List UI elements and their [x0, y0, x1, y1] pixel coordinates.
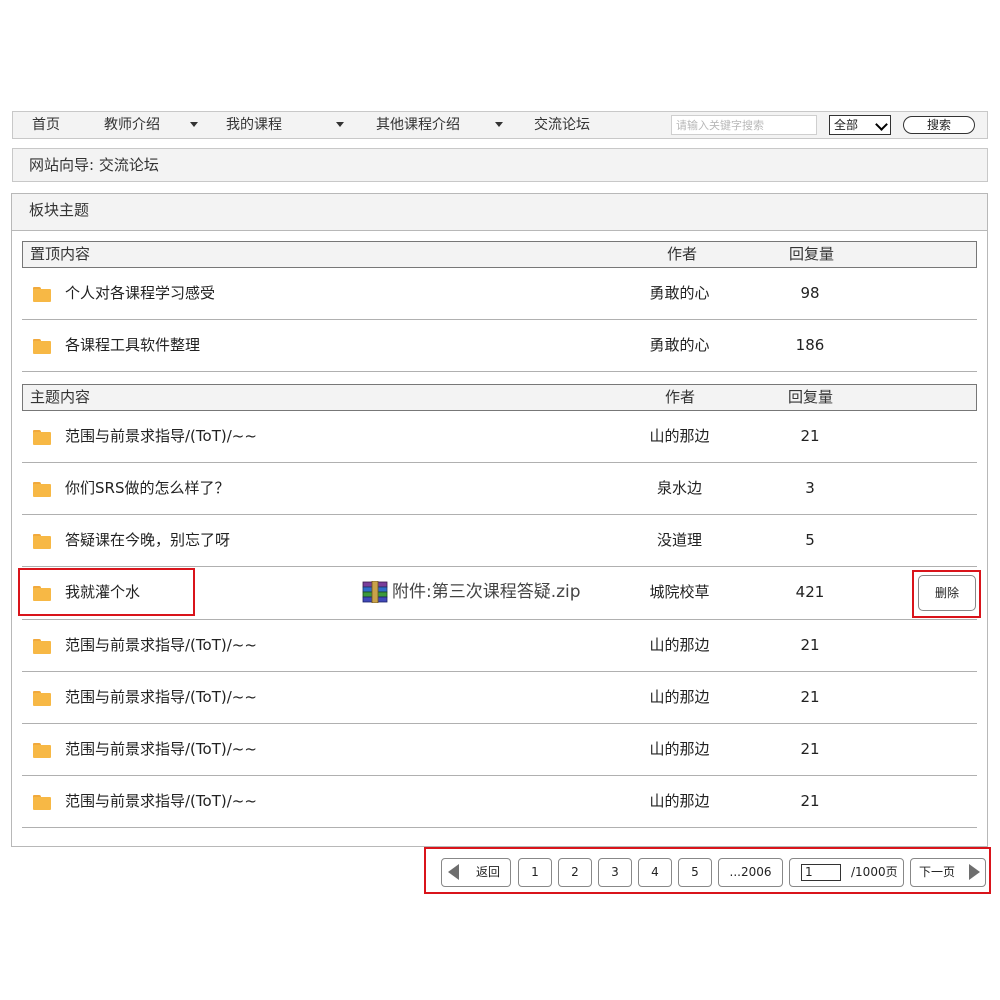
- topic-author[interactable]: 山的那边: [612, 620, 747, 670]
- page-jump: 1 /1000页: [789, 858, 904, 887]
- folder-icon: [33, 482, 51, 497]
- topic-title[interactable]: 答疑课在今晚，别忘了呀: [65, 515, 230, 565]
- pinned-header-replies: 回复量: [789, 245, 835, 263]
- topic-title[interactable]: 范围与前景求指导/(ToT)/~~: [65, 411, 257, 461]
- pinned-header-author: 作者: [667, 245, 698, 263]
- pinned-row[interactable]: 个人对各课程学习感受 勇敢的心 98: [22, 268, 977, 320]
- topic-author[interactable]: 山的那边: [612, 776, 747, 826]
- topic-title[interactable]: 各课程工具软件整理: [65, 320, 200, 370]
- folder-icon: [33, 691, 51, 706]
- topic-replies: 421: [795, 583, 825, 601]
- search-input[interactable]: 请输入关键字搜索: [671, 115, 817, 135]
- topic-row[interactable]: 范围与前景求指导/(ToT)/~~ 山的那边 21: [22, 620, 977, 672]
- folder-icon: [33, 795, 51, 810]
- topic-author[interactable]: 山的那边: [612, 411, 747, 461]
- topics-header-title: 主题内容: [30, 388, 91, 406]
- folder-icon: [33, 430, 51, 445]
- topic-title[interactable]: 范围与前景求指导/(ToT)/~~: [65, 620, 257, 670]
- page-3-button[interactable]: 3: [598, 858, 632, 887]
- pinned-section-header: 置顶内容 作者 回复量: [22, 241, 977, 268]
- nav-my-courses[interactable]: 我的课程: [226, 112, 282, 138]
- topic-author[interactable]: 山的那边: [612, 724, 747, 774]
- topic-replies: 5: [805, 531, 815, 549]
- breadcrumb: 网站向导: 交流论坛: [12, 148, 988, 182]
- page-number-input[interactable]: 1: [801, 864, 841, 881]
- arrow-left-icon: [448, 864, 459, 880]
- topic-row[interactable]: 范围与前景求指导/(ToT)/~~ 山的那边 21: [22, 776, 977, 828]
- topic-row[interactable]: 范围与前景求指导/(ToT)/~~ 山的那边 21: [22, 724, 977, 776]
- folder-icon: [33, 639, 51, 654]
- topic-row[interactable]: 答疑课在今晚，别忘了呀 没道理 5: [22, 515, 977, 567]
- topic-author[interactable]: 城院校草: [612, 567, 747, 617]
- topic-title[interactable]: 你们SRS做的怎么样了？: [65, 463, 229, 513]
- topic-title[interactable]: 范围与前景求指导/(ToT)/~~: [65, 776, 257, 826]
- topic-author[interactable]: 勇敢的心: [612, 320, 747, 370]
- topic-replies: 21: [800, 636, 820, 654]
- arrow-right-icon: [969, 864, 980, 880]
- topic-replies: 21: [800, 792, 820, 810]
- topic-replies: 3: [805, 479, 815, 497]
- topic-replies: 21: [800, 688, 820, 706]
- next-label: 下一页: [919, 865, 956, 879]
- page-total: /1000页: [851, 865, 898, 879]
- topics-section-header: 主题内容 作者 回复量: [22, 384, 977, 411]
- topics-header-replies: 回复量: [788, 388, 834, 406]
- topic-replies: 21: [800, 427, 820, 445]
- nav-teachers[interactable]: 教师介绍: [104, 112, 160, 138]
- topic-title[interactable]: 范围与前景求指导/(ToT)/~~: [65, 724, 257, 774]
- folder-icon: [33, 339, 51, 354]
- page-5-button[interactable]: 5: [678, 858, 712, 887]
- delete-highlight-box: [912, 570, 981, 618]
- topic-author[interactable]: 山的那边: [612, 672, 747, 722]
- topic-replies: 98: [800, 284, 820, 302]
- panel-title: 板块主题: [12, 194, 987, 231]
- page-1-button[interactable]: 1: [518, 858, 552, 887]
- top-nav-bar: 首页 教师介绍 我的课程 其他课程介绍 交流论坛 请输入关键字搜索 全部 搜索: [12, 111, 988, 139]
- topic-row[interactable]: 范围与前景求指导/(ToT)/~~ 山的那边 21: [22, 672, 977, 724]
- chevron-down-icon[interactable]: [336, 122, 344, 127]
- zip-archive-icon: [362, 581, 388, 603]
- pinned-header-title: 置顶内容: [30, 245, 91, 263]
- topic-author[interactable]: 勇敢的心: [612, 268, 747, 318]
- chevron-down-icon[interactable]: [495, 122, 503, 127]
- nav-other-courses[interactable]: 其他课程介绍: [376, 112, 460, 138]
- topic-replies: 186: [795, 336, 825, 354]
- topic-title[interactable]: 个人对各课程学习感受: [65, 268, 215, 318]
- nav-home[interactable]: 首页: [32, 112, 60, 138]
- page-2-button[interactable]: 2: [558, 858, 592, 887]
- attachment-name[interactable]: 附件:第三次课程答疑.zip: [392, 579, 581, 605]
- pinned-row[interactable]: 各课程工具软件整理 勇敢的心 186: [22, 320, 977, 372]
- nav-forum[interactable]: 交流论坛: [534, 112, 590, 138]
- back-button[interactable]: 返回: [441, 858, 511, 887]
- back-label: 返回: [476, 865, 501, 879]
- topics-header-author: 作者: [665, 388, 696, 406]
- folder-icon: [33, 534, 51, 549]
- topic-row[interactable]: 范围与前景求指导/(ToT)/~~ 山的那边 21: [22, 411, 977, 463]
- folder-icon: [33, 743, 51, 758]
- page-4-button[interactable]: 4: [638, 858, 672, 887]
- scope-select-value: 全部: [834, 118, 859, 132]
- topic-author[interactable]: 没道理: [612, 515, 747, 565]
- topic-row[interactable]: 你们SRS做的怎么样了？ 泉水边 3: [22, 463, 977, 515]
- chevron-down-icon[interactable]: [190, 122, 198, 127]
- title-highlight-box: [18, 568, 195, 616]
- next-page-button[interactable]: 下一页: [910, 858, 986, 887]
- topic-replies: 21: [800, 740, 820, 758]
- chevron-down-icon: [875, 118, 888, 131]
- last-page-button[interactable]: ...2006: [718, 858, 783, 887]
- scope-select[interactable]: 全部: [829, 115, 891, 135]
- search-button[interactable]: 搜索: [903, 116, 975, 134]
- topic-author[interactable]: 泉水边: [612, 463, 747, 513]
- folder-icon: [33, 287, 51, 302]
- topic-title[interactable]: 范围与前景求指导/(ToT)/~~: [65, 672, 257, 722]
